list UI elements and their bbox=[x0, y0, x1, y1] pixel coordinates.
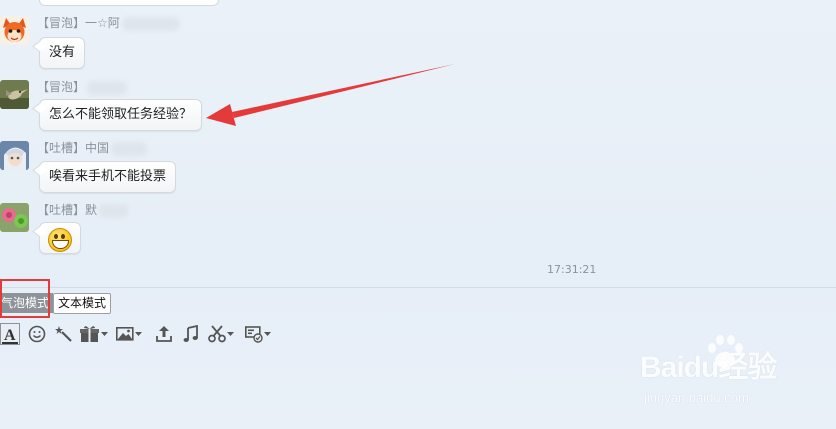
magic-wand-icon bbox=[55, 326, 72, 342]
screenshot-cut-button[interactable] bbox=[208, 322, 234, 346]
image-icon bbox=[116, 326, 134, 341]
message-tag: 【吐槽】 bbox=[37, 203, 86, 217]
message-text: 唉看来手机不能投票 bbox=[49, 169, 167, 184]
watermark: Baidu经验 jingyan.baidu.com bbox=[640, 330, 830, 410]
music-note-icon bbox=[183, 325, 198, 342]
paw-icon bbox=[708, 335, 743, 368]
bubble-mode-button[interactable]: 气泡模式 bbox=[0, 293, 54, 313]
sender-label: 【吐槽】中国 bbox=[37, 139, 148, 156]
screenshot-icon bbox=[245, 326, 263, 343]
sender-label: 【冒泡】一☆阿 bbox=[37, 14, 180, 31]
message-tag: 【冒泡】 bbox=[37, 80, 86, 94]
message-text: 怎么不能领取任务经验？ bbox=[49, 107, 193, 122]
message-tag: 【冒泡】 bbox=[37, 16, 86, 30]
message-timestamp: 17:31:21 bbox=[547, 263, 597, 276]
emoji-icon bbox=[28, 325, 46, 343]
avatar[interactable] bbox=[0, 16, 29, 45]
message-tag: 【吐槽】 bbox=[37, 141, 86, 155]
sender-name: 默 bbox=[85, 203, 98, 217]
message-text: 没有 bbox=[49, 45, 76, 60]
screen-capture-button[interactable] bbox=[245, 322, 271, 346]
previous-bubble-edge bbox=[39, 0, 219, 6]
redacted-name bbox=[121, 16, 180, 31]
image-button[interactable] bbox=[116, 322, 142, 346]
upload-icon bbox=[156, 326, 172, 342]
chevron-down-icon bbox=[227, 331, 234, 336]
font-icon: A bbox=[0, 323, 20, 345]
svg-text:A: A bbox=[4, 327, 16, 344]
gift-button[interactable] bbox=[80, 322, 108, 346]
avatar[interactable] bbox=[0, 141, 29, 170]
redacted-name bbox=[99, 203, 130, 218]
watermark-url: jingyan.baidu.com bbox=[644, 390, 749, 405]
message-bubble[interactable]: 没有 bbox=[39, 37, 86, 69]
sender-label: 【吐槽】默 bbox=[37, 201, 130, 218]
redacted-name bbox=[87, 80, 128, 95]
sender-name: 中国 bbox=[85, 141, 110, 155]
emoji-button[interactable] bbox=[28, 322, 46, 346]
chevron-down-icon bbox=[264, 331, 271, 336]
message-bubble[interactable] bbox=[39, 222, 81, 254]
message-bubble[interactable]: 唉看来手机不能投票 bbox=[39, 161, 177, 193]
gift-box-icon bbox=[80, 326, 99, 342]
music-button[interactable] bbox=[183, 322, 199, 346]
upload-button[interactable] bbox=[156, 322, 172, 346]
sender-name: 一☆阿 bbox=[85, 16, 120, 30]
chevron-down-icon bbox=[135, 331, 142, 336]
grin-emoji-icon bbox=[48, 228, 72, 252]
scissors-icon bbox=[208, 325, 226, 343]
text-mode-button[interactable]: 文本模式 bbox=[53, 293, 112, 314]
font-button[interactable]: A bbox=[0, 322, 20, 346]
magic-wand-button[interactable] bbox=[55, 322, 73, 346]
redacted-name bbox=[111, 141, 148, 156]
avatar[interactable] bbox=[0, 203, 29, 232]
sender-label: 【冒泡】 bbox=[37, 78, 128, 95]
chevron-down-icon bbox=[101, 331, 108, 336]
chat-history: 【冒泡】一☆阿 没有 【冒泡】 怎么不能领取任务经验？ 【吐槽】中国 唉看来手机… bbox=[0, 0, 836, 287]
input-divider bbox=[0, 287, 836, 288]
message-bubble[interactable]: 怎么不能领取任务经验？ bbox=[39, 99, 203, 131]
avatar[interactable] bbox=[0, 80, 29, 109]
